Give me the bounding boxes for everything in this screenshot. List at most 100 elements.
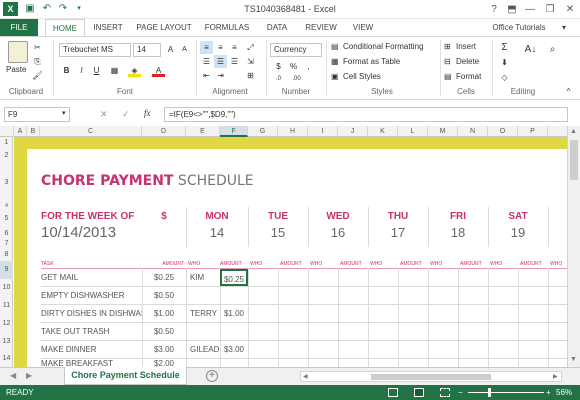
account-name[interactable]: Office Tutorials [484,19,554,36]
row-header[interactable]: 3 [0,163,13,203]
fill-icon[interactable]: ⬇ [498,56,511,69]
wrap-text-icon[interactable]: ⇲ [244,55,257,68]
column-header[interactable]: B [27,126,40,137]
task-cell[interactable]: TAKE OUT TRASH [41,327,109,336]
enter-icon[interactable]: ✓ [122,109,130,120]
find-select-icon[interactable]: ⌕ [546,43,559,56]
column-header[interactable]: H [278,126,308,137]
column-header[interactable]: M [428,126,458,137]
scroll-down-icon[interactable]: ▼ [570,356,577,363]
row-header[interactable]: 12 [0,315,13,333]
insert-function-icon[interactable]: fx [144,108,151,118]
formula-input[interactable]: =IF(E9<>"",$D9,"") [164,107,568,122]
scroll-thumb[interactable] [570,140,578,180]
column-header[interactable]: E [186,126,220,137]
row-header[interactable]: 13 [0,333,13,351]
bold-icon[interactable]: B [60,64,73,77]
row-header[interactable]: 10 [0,279,13,297]
zoom-out-icon[interactable]: − [458,385,463,400]
ribbon-display-icon[interactable]: ⬒ [502,0,522,19]
normal-view-icon[interactable] [388,388,398,397]
autosum-icon[interactable]: Σ [498,41,511,54]
decrease-indent-icon[interactable]: ⇤ [200,69,213,82]
cell-styles-icon[interactable]: ▣ [331,71,339,83]
row-header[interactable]: 1 [0,137,13,149]
amount-cell[interactable]: $0.50 [142,327,186,336]
task-cell[interactable]: MAKE DINNER [41,345,97,354]
sort-filter-icon[interactable]: A↓ [524,43,537,56]
minimize-button[interactable]: — [520,0,540,19]
column-header[interactable]: D [142,126,186,137]
borders-icon[interactable]: ▦ [108,64,121,77]
amount-cell[interactable]: $0.25 [142,273,186,282]
fill-color-icon[interactable]: ◈ [128,64,141,77]
cell-styles-button[interactable]: Cell Styles [343,71,381,83]
conditional-formatting-button[interactable]: Conditional Formatting [343,41,423,53]
cancel-icon[interactable]: ✕ [100,109,108,120]
column-header[interactable]: L [398,126,428,137]
account-icon[interactable]: ▾ [556,19,572,36]
paste-button[interactable]: Paste [6,64,26,76]
column-header[interactable]: K [368,126,398,137]
font-color-icon[interactable]: A [152,64,165,77]
amount-cell[interactable]: $0.50 [142,291,186,300]
task-cell[interactable]: DIRTY DISHES IN DISHWAS [41,309,142,318]
task-cell[interactable]: EMPTY DISHWASHER [41,291,125,300]
column-header[interactable]: I [308,126,338,137]
vertical-scrollbar[interactable]: ▲ ▼ [567,126,580,367]
column-header[interactable]: G [248,126,278,137]
column-header[interactable]: N [458,126,488,137]
paid-cell[interactable]: $0.25 [220,269,248,286]
column-header[interactable]: J [338,126,368,137]
page-break-view-icon[interactable] [440,388,450,397]
orientation-icon[interactable]: ⤢ [244,41,257,54]
increase-decimal-icon[interactable]: .0 [272,73,285,86]
scroll-right-icon[interactable]: ▶ [553,373,558,380]
amount-cell[interactable]: $1.00 [142,309,186,318]
row-header[interactable]: 2 [0,149,13,163]
sheet-tab-chore-payment-schedule[interactable]: Chore Payment Schedule [64,367,187,385]
row-header[interactable]: 5 [0,209,13,229]
clear-icon[interactable]: ◇ [498,71,511,84]
previous-sheet-icon[interactable]: ◀ [10,371,16,380]
underline-icon[interactable]: U [90,64,103,77]
close-button[interactable]: ✕ [560,0,580,19]
who-cell[interactable]: TERRY [190,309,217,318]
paid-cell[interactable]: $3.00 [220,345,248,354]
tab-home[interactable]: HOME [45,19,85,37]
italic-icon[interactable]: I [75,64,88,77]
cut-icon[interactable]: ✂ [31,41,44,54]
scroll-thumb[interactable] [371,374,491,380]
paid-cell[interactable]: $1.00 [220,309,248,318]
page-layout-view-icon[interactable] [414,388,424,397]
accounting-format-button[interactable]: $ [272,60,285,73]
restore-button[interactable]: ❐ [540,0,560,19]
help-button[interactable]: ? [484,0,504,19]
format-cells-button[interactable]: Format [456,71,481,83]
insert-cells-button[interactable]: Insert [456,41,476,53]
column-header[interactable]: C [40,126,142,137]
collapse-ribbon-icon[interactable]: ^ [562,85,575,98]
worksheet-grid[interactable]: CHORE PAYMENT SCHEDULE FOR THE WEEK OF 1… [14,137,567,367]
tab-file[interactable]: FILE [0,19,38,36]
align-center-icon[interactable]: ☰ [214,55,227,68]
format-cells-icon[interactable]: ▤ [444,71,452,83]
task-cell[interactable]: GET MAIL [41,273,78,282]
delete-cells-icon[interactable]: ⊟ [444,56,451,68]
name-box-dropdown-icon[interactable]: ▾ [62,109,66,117]
format-as-table-button[interactable]: Format as Table [343,56,400,68]
task-cell[interactable]: MAKE BREAKFAST [41,359,113,367]
select-all-corner[interactable] [0,126,14,137]
zoom-slider[interactable] [468,392,544,393]
shrink-font-icon[interactable]: A [178,43,191,56]
who-cell[interactable]: GILEAD [190,345,219,354]
align-bottom-icon[interactable]: ≡ [228,41,241,54]
row-header[interactable]: 7 [0,239,13,249]
copy-icon[interactable]: ⎘ [31,55,44,68]
column-header[interactable]: F [220,126,248,137]
zoom-level[interactable]: 56% [556,385,572,400]
column-header[interactable]: A [14,126,27,137]
column-header[interactable]: O [488,126,518,137]
row-header[interactable]: 6 [0,229,13,239]
amount-cell[interactable]: $2.00 [142,359,186,367]
